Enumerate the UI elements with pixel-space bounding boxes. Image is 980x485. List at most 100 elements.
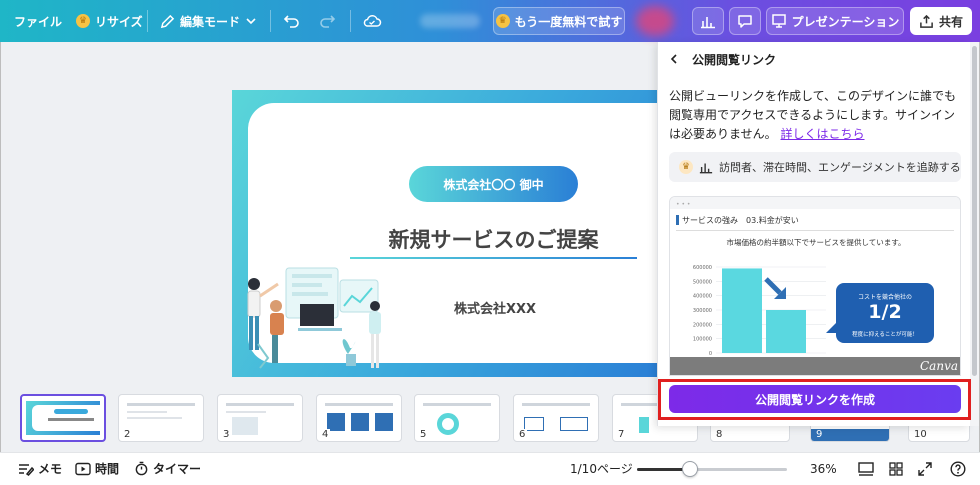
stopwatch-icon — [135, 461, 148, 476]
create-public-link-label: 公開閲覧リンクを作成 — [754, 392, 875, 407]
thumb-box — [375, 413, 393, 431]
bar — [766, 310, 806, 353]
chevron-down-icon — [246, 18, 256, 25]
slide-company: 株式会社XXX — [453, 302, 537, 317]
grid-icon — [889, 461, 903, 476]
preview-divider — [676, 230, 954, 231]
slide-title: 新規サービスのご提案 — [388, 228, 599, 252]
resize-label: リサイズ — [95, 14, 143, 29]
top-toolbar: ファイル ♛ リサイズ 編集モード ♛ もう一度無料で試す プレゼンテーション … — [0, 0, 980, 42]
zoom-slider-handle[interactable] — [682, 461, 698, 477]
panel-header: 公開閲覧リンク — [668, 48, 776, 70]
page-view-button[interactable] — [858, 452, 874, 485]
design-preview: • • • サービスの強み 03.料金が安い 市場価格の約半額以下でサービスを提… — [669, 196, 961, 376]
grid-view-button[interactable] — [889, 452, 903, 485]
preview-footer-band — [670, 357, 960, 375]
share-button[interactable]: 共有 — [910, 7, 972, 35]
page-indicator-label: 1/10ページ — [570, 462, 633, 476]
slide-thumbnail-6[interactable]: 6 — [513, 394, 599, 442]
panel-title: 公開閲覧リンク — [692, 52, 777, 67]
page-view-icon — [858, 461, 874, 476]
help-button[interactable] — [950, 452, 966, 485]
preview-bar-chart: 6000005000004000003000002000001000000 — [693, 265, 826, 357]
comment-icon — [738, 15, 752, 28]
thumb-line — [127, 411, 167, 413]
free-trial-label: もう一度無料で試す — [514, 14, 623, 29]
thumb-pill — [54, 409, 88, 414]
notes-label: メモ — [38, 462, 63, 476]
thumb-line — [423, 403, 491, 406]
insights-button[interactable] — [692, 7, 724, 35]
thumb-number: 8 — [714, 429, 725, 440]
present-button[interactable]: プレゼンテーション — [766, 7, 904, 35]
preview-heading-bar — [676, 215, 679, 225]
help-icon — [950, 460, 966, 477]
y-tick-label: 400000 — [693, 294, 712, 300]
bar-chart-icon — [701, 17, 715, 29]
arrow-icon — [764, 277, 786, 299]
slide-thumbnail-4[interactable]: 4 — [316, 394, 402, 442]
thumb-number: 9 — [814, 429, 825, 440]
client-pill: 株式会社〇〇 御中 — [409, 166, 578, 202]
slide-thumbnail-2[interactable]: 2 — [118, 394, 204, 442]
preview-heading: サービスの強み 03.料金が安い — [682, 216, 799, 225]
redo-button[interactable] — [318, 0, 336, 42]
page-indicator[interactable]: 1/10ページ — [570, 452, 633, 485]
blurred-text — [420, 14, 480, 28]
divider — [270, 10, 271, 32]
share-label: 共有 — [938, 14, 963, 29]
comments-button[interactable] — [729, 7, 761, 35]
notes-icon — [19, 463, 34, 476]
crown-icon: ♛ — [76, 14, 90, 28]
preview-topbar — [670, 197, 960, 209]
zoom-value[interactable]: 36% — [810, 452, 837, 485]
redo-icon — [320, 15, 336, 28]
slide-thumbnail-3[interactable]: 3 — [217, 394, 303, 442]
edit-mode-dropdown[interactable]: 編集モード — [160, 0, 257, 42]
thumb-box — [351, 413, 369, 431]
duration-button[interactable]: 時間 — [75, 452, 119, 485]
present-icon — [771, 14, 786, 28]
file-menu[interactable]: ファイル — [14, 0, 62, 42]
upload-icon — [920, 14, 933, 28]
learn-more-link[interactable]: 詳しくはこちら — [780, 127, 864, 141]
notes-button[interactable]: メモ — [18, 452, 62, 485]
fullscreen-button[interactable] — [918, 452, 932, 485]
timer-button[interactable]: タイマー — [134, 452, 201, 485]
callout-bottom-text: 程度に抑えることが可能！ — [852, 332, 918, 338]
expand-icon — [918, 461, 932, 476]
bar — [722, 268, 762, 353]
zoom-value-label: 36% — [810, 461, 837, 476]
timer-label: タイマー — [153, 462, 202, 476]
free-trial-button[interactable]: ♛ もう一度無料で試す — [493, 7, 625, 35]
bar-chart-icon — [699, 163, 713, 174]
preview-dots: • • • — [676, 201, 691, 208]
cloud-save-button[interactable] — [362, 0, 382, 42]
edit-mode-label: 編集モード — [180, 14, 241, 29]
crown-icon: ♛ — [679, 160, 693, 174]
create-public-link-button[interactable]: 公開閲覧リンクを作成 — [669, 385, 961, 413]
resize-button[interactable]: ♛ リサイズ — [76, 0, 143, 42]
preview-subtitle: 市場価格の約半額以下でサービスを提供しています。 — [726, 238, 906, 247]
blurred-avatar — [636, 6, 674, 36]
y-tick-label: 300000 — [693, 308, 712, 314]
undo-button[interactable] — [283, 0, 301, 42]
thumb-line — [127, 403, 195, 406]
thumb-number: 6 — [517, 429, 528, 440]
thumb-line — [522, 403, 590, 406]
crown-icon: ♛ — [495, 14, 510, 28]
callout-top-text: コストを競合他社の — [857, 294, 912, 301]
duration-label: 時間 — [95, 462, 120, 476]
thumb-line — [325, 403, 393, 406]
thumb-line — [127, 417, 182, 419]
canva-watermark: Canva — [920, 359, 958, 373]
panel-scrollbar-thumb[interactable] — [972, 46, 977, 376]
y-tick-label: 500000 — [693, 279, 712, 285]
thumb-number: 3 — [221, 429, 232, 440]
slide-thumbnail-5[interactable]: 5 — [414, 394, 500, 442]
thumb-line — [226, 411, 266, 413]
undo-icon — [283, 15, 299, 28]
slide-thumbnail-1[interactable] — [20, 394, 106, 442]
present-label: プレゼンテーション — [791, 14, 900, 29]
back-chevron-icon[interactable] — [668, 53, 680, 65]
